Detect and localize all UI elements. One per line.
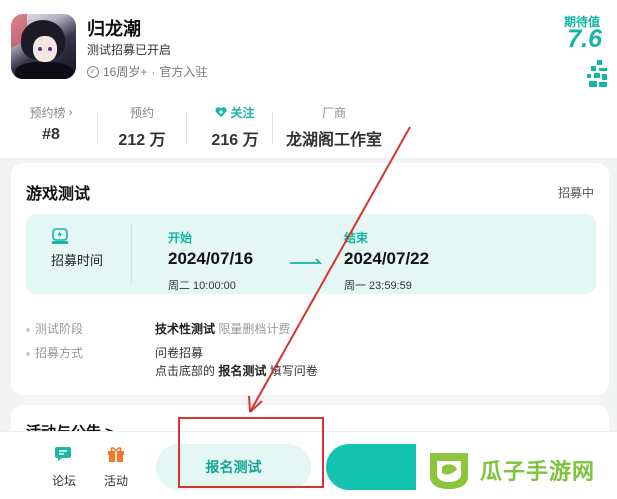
watermark-text: 瓜子手游网	[480, 459, 596, 484]
watermark-logo-icon	[430, 453, 468, 489]
site-watermark: 瓜子手游网	[416, 440, 611, 499]
annotation-arrow	[248, 126, 411, 413]
